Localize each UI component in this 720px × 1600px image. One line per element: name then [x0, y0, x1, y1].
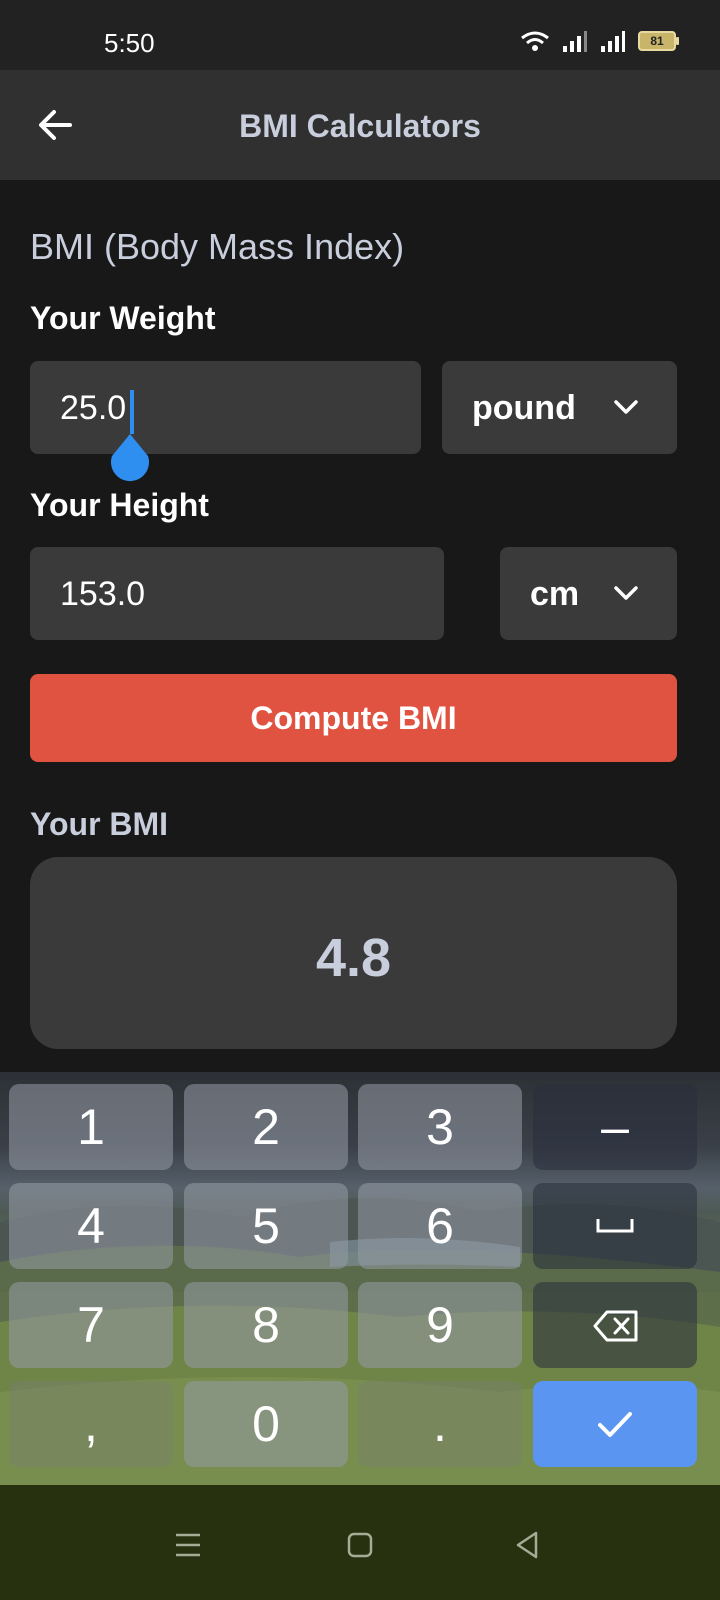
- system-nav-bar: [0, 1485, 720, 1600]
- weight-input[interactable]: 25.0: [30, 361, 421, 454]
- menu-icon[interactable]: [168, 1525, 208, 1565]
- compute-bmi-button[interactable]: Compute BMI: [30, 674, 677, 762]
- battery-icon: 81: [638, 31, 679, 51]
- key-9[interactable]: 9: [358, 1282, 522, 1368]
- page-title: BMI Calculators: [239, 108, 481, 144]
- key-8[interactable]: 8: [184, 1282, 348, 1368]
- text-cursor: [130, 390, 134, 434]
- weight-unit-label: pound: [472, 389, 576, 427]
- key-dot[interactable]: .: [358, 1381, 522, 1467]
- status-icons: 81: [520, 30, 679, 52]
- key-1[interactable]: 1: [9, 1084, 173, 1170]
- bmi-value: 4.8: [315, 928, 392, 988]
- signal-icon: [563, 31, 587, 52]
- key-6[interactable]: 6: [358, 1183, 522, 1269]
- height-label: Your Height: [30, 487, 209, 523]
- key-2[interactable]: 2: [184, 1084, 348, 1170]
- key-3[interactable]: 3: [358, 1084, 522, 1170]
- weight-unit-dropdown[interactable]: pound: [442, 361, 677, 454]
- section-title: BMI (Body Mass Index): [30, 226, 405, 267]
- key-0[interactable]: 0: [184, 1381, 348, 1467]
- chevron-down-icon: [614, 586, 638, 600]
- key-minus[interactable]: –: [533, 1084, 697, 1170]
- key-space[interactable]: [533, 1183, 697, 1269]
- height-unit-label: cm: [530, 575, 580, 613]
- key-5[interactable]: 5: [184, 1183, 348, 1269]
- back-triangle-icon[interactable]: [508, 1525, 548, 1565]
- height-input[interactable]: 153.0: [30, 547, 444, 640]
- cursor-handle-icon[interactable]: [108, 434, 152, 482]
- signal-icon-2: [601, 31, 625, 52]
- weight-value: 25.0: [60, 389, 127, 427]
- status-time: 5:50: [104, 28, 155, 58]
- numeric-keyboard: 1 2 3 – 4 5 6 7 8 9 , 0 .: [0, 1072, 720, 1485]
- key-backspace[interactable]: [533, 1282, 697, 1368]
- backspace-icon: [593, 1310, 638, 1342]
- height-value: 153.0: [60, 575, 146, 613]
- key-7[interactable]: 7: [9, 1282, 173, 1368]
- bmi-result-box: 4.8: [30, 857, 677, 1049]
- chevron-down-icon: [614, 400, 638, 414]
- app-bar: BMI Calculators: [0, 70, 720, 180]
- key-4[interactable]: 4: [9, 1183, 173, 1269]
- checkmark-icon: [598, 1412, 632, 1437]
- space-icon: [596, 1219, 634, 1233]
- weight-label: Your Weight: [30, 300, 216, 336]
- bmi-label: Your BMI: [30, 806, 169, 842]
- key-done[interactable]: [533, 1381, 697, 1467]
- height-unit-dropdown[interactable]: cm: [500, 547, 677, 640]
- status-bar: 5:50 81: [0, 0, 720, 70]
- wifi-icon: [521, 31, 549, 51]
- home-icon[interactable]: [340, 1525, 380, 1565]
- key-comma[interactable]: ,: [9, 1381, 173, 1467]
